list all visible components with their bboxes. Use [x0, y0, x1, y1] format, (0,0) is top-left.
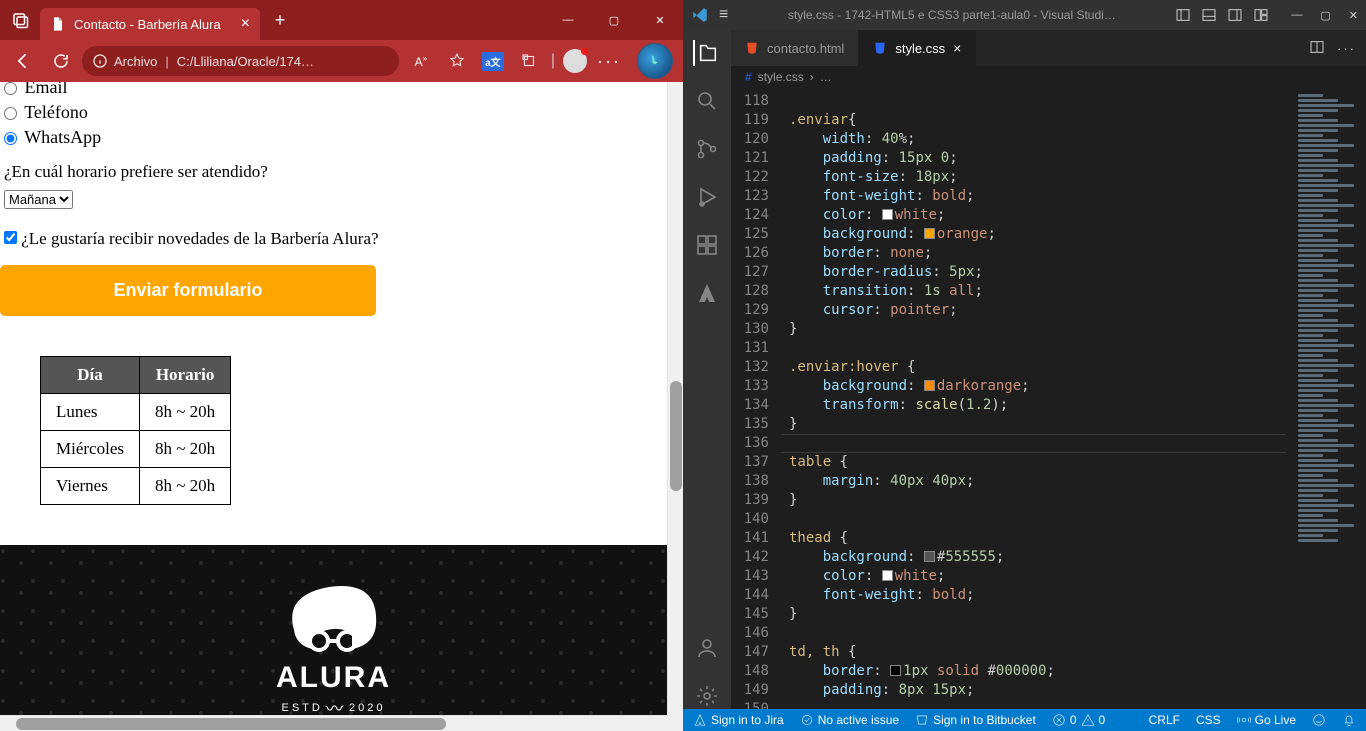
editor-group: contacto.html style.css × ··· # style.cs… [731, 30, 1366, 709]
maximize-button[interactable]: ▢ [1320, 9, 1330, 22]
layout-controls [1175, 7, 1269, 23]
translate-icon[interactable]: a文 [479, 47, 507, 75]
editor-tabs: contacto.html style.css × ··· [731, 30, 1366, 66]
settings-gear-icon[interactable] [694, 683, 720, 709]
html-file-icon [745, 41, 759, 55]
radio-telefono[interactable]: Teléfono [4, 102, 663, 123]
footer-logo: ALURA ESTD 〰 2020 [274, 575, 394, 715]
close-tab-icon[interactable]: × [231, 15, 250, 33]
split-editor-icon[interactable] [1309, 39, 1325, 58]
url-scheme-label: Archivo [114, 54, 157, 69]
tab-actions-icon[interactable] [0, 0, 40, 40]
window-controls: — ▢ ✕ [545, 0, 683, 40]
tab-title: Contacto - Barbería Alura [74, 17, 221, 32]
minimap[interactable] [1286, 88, 1366, 709]
page-scrollbar-vertical[interactable] [667, 82, 683, 731]
more-actions-icon[interactable]: ··· [1337, 41, 1356, 56]
edge-toolbar: Archivo | C:/Lliliana/Oracle/174… A» a文 … [0, 40, 683, 82]
activity-bar [683, 30, 731, 709]
status-bell-icon[interactable] [1342, 713, 1356, 727]
status-feedback-icon[interactable] [1312, 713, 1326, 727]
edge-titlebar: Contacto - Barbería Alura × + — ▢ ✕ [0, 0, 683, 40]
search-icon[interactable] [694, 88, 720, 114]
bing-chat-button[interactable] [637, 43, 673, 79]
status-problems[interactable]: 0 0 [1052, 713, 1105, 727]
browser-tab[interactable]: Contacto - Barbería Alura × [40, 8, 260, 40]
close-button[interactable]: ✕ [637, 0, 683, 40]
window-title: style.css - 1742-HTML5 e CSS3 parte1-aul… [738, 8, 1165, 22]
minimize-button[interactable]: — [545, 0, 591, 40]
schedule-table: Día Horario Lunes8h ~ 20h Miércoles8h ~ … [40, 356, 231, 505]
run-debug-icon[interactable] [694, 184, 720, 210]
submit-button[interactable]: Enviar formulario [0, 265, 376, 316]
refresh-button[interactable] [44, 44, 78, 78]
address-bar[interactable]: Archivo | C:/Lliliana/Oracle/174… [82, 46, 399, 76]
close-button[interactable]: ✕ [1349, 9, 1358, 22]
maximize-button[interactable]: ▢ [591, 0, 637, 40]
site-info-icon[interactable]: Archivo [92, 53, 157, 69]
new-tab-button[interactable]: + [264, 10, 296, 31]
vscode-window: ≡ style.css - 1742-HTML5 e CSS3 parte1-a… [683, 0, 1366, 731]
newsletter-checkbox[interactable]: ¿Le gustaría recibir novedades de la Bar… [4, 229, 663, 249]
atlassian-icon[interactable] [694, 280, 720, 306]
edge-browser-window: Contacto - Barbería Alura × + — ▢ ✕ Arch… [0, 0, 683, 731]
tab-style[interactable]: style.css × [859, 30, 976, 66]
profile-avatar-icon[interactable] [563, 49, 587, 73]
mustache-icon: 〰 [325, 695, 346, 715]
explorer-icon[interactable] [693, 40, 719, 66]
layout-sidebar-right-icon[interactable] [1227, 7, 1243, 23]
status-bar: Sign in to Jira No active issue Sign in … [683, 709, 1366, 731]
breadcrumbs[interactable]: # style.css › … [731, 66, 1366, 88]
status-bitbucket[interactable]: Sign in to Bitbucket [915, 713, 1036, 727]
page-footer: ALURA ESTD 〰 2020 [0, 545, 667, 715]
extensions-icon[interactable] [694, 232, 720, 258]
table-row: Viernes8h ~ 20h [41, 468, 231, 505]
table-row: Miércoles8h ~ 20h [41, 431, 231, 468]
status-language[interactable]: CSS [1196, 713, 1221, 727]
status-issue[interactable]: No active issue [800, 713, 899, 727]
css-file-icon [873, 41, 887, 55]
radio-whatsapp[interactable]: WhatsApp [4, 127, 663, 148]
tab-contacto[interactable]: contacto.html [731, 30, 859, 66]
more-menu-icon[interactable]: ··· [595, 47, 623, 75]
vscode-logo-icon [691, 6, 709, 24]
status-eol[interactable]: CRLF [1149, 713, 1180, 727]
minimize-button[interactable]: — [1291, 9, 1302, 22]
layout-customize-icon[interactable] [1253, 7, 1269, 23]
layout-sidebar-left-icon[interactable] [1175, 7, 1191, 23]
page-scrollbar-horizontal[interactable] [0, 715, 667, 731]
read-aloud-icon[interactable]: A» [407, 47, 435, 75]
status-jira[interactable]: Sign in to Jira [693, 713, 784, 727]
layout-panel-bottom-icon[interactable] [1201, 7, 1217, 23]
extension-icon[interactable] [515, 47, 543, 75]
menu-icon[interactable]: ≡ [719, 6, 728, 24]
th-hours: Horario [139, 357, 230, 394]
code-area[interactable]: .enviar{ width: 40%; padding: 15px 0; fo… [781, 88, 1286, 709]
schedule-question: ¿En cuál horario prefiere ser atendido? [4, 162, 667, 182]
file-icon [50, 16, 66, 32]
vscode-titlebar: ≡ style.css - 1742-HTML5 e CSS3 parte1-a… [683, 0, 1366, 30]
accounts-icon[interactable] [694, 635, 720, 661]
schedule-select[interactable]: Mañana [4, 190, 73, 209]
favorite-icon[interactable] [443, 47, 471, 75]
th-day: Día [41, 357, 140, 394]
line-gutter: 1181191201211221231241251261271281291301… [731, 88, 781, 709]
back-button[interactable] [6, 44, 40, 78]
status-golive[interactable]: Go Live [1237, 713, 1296, 727]
close-tab-icon[interactable]: × [953, 40, 961, 56]
radio-email[interactable]: Email [4, 82, 663, 98]
url-path: C:/Lliliana/Oracle/174… [177, 54, 314, 69]
source-control-icon[interactable] [694, 136, 720, 162]
page-content: Email Teléfono WhatsApp ¿En cuál horario… [0, 82, 667, 715]
toolbar-actions: A» a文 | ··· [403, 43, 677, 79]
table-row: Lunes8h ~ 20h [41, 394, 231, 431]
